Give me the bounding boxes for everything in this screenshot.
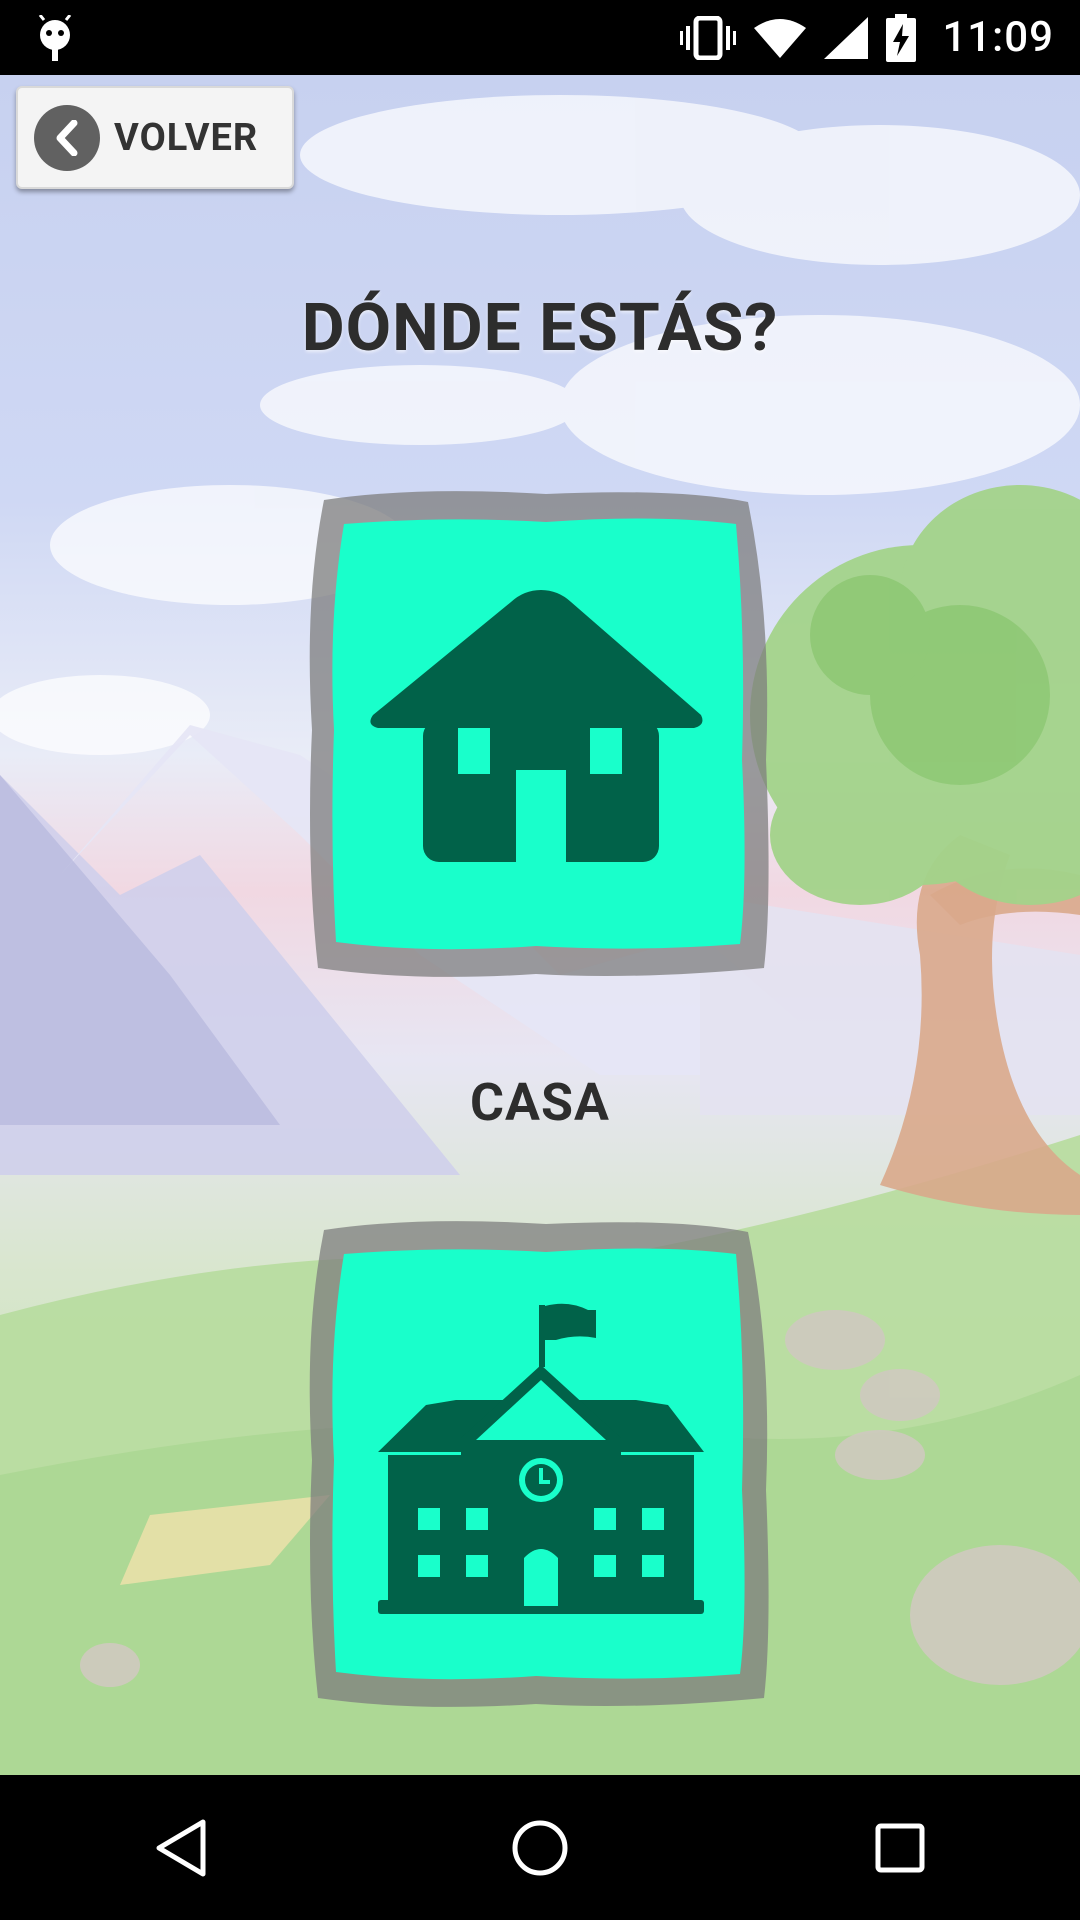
recents-square-icon[interactable] [840, 1788, 960, 1908]
chevron-left-icon [34, 104, 100, 171]
battery-charging-icon [886, 13, 917, 62]
back-triangle-icon[interactable] [120, 1788, 240, 1908]
navigation-bar [0, 1775, 1080, 1920]
android-debug-icon [38, 14, 72, 61]
vibrate-icon [680, 15, 737, 60]
back-button[interactable]: VOLVER [16, 86, 294, 189]
option-label-casa: CASA [470, 1072, 610, 1133]
status-bar: 11:09 [0, 0, 1080, 75]
back-button-label: VOLVER [114, 115, 259, 160]
option-tile-school[interactable] [296, 1210, 786, 1720]
option-tile-casa[interactable] [296, 480, 786, 990]
clock: 11:09 [942, 13, 1054, 62]
home-circle-icon[interactable] [480, 1788, 600, 1908]
cell-signal-icon [824, 16, 869, 59]
wifi-icon [754, 18, 807, 58]
page-title: DÓNDE ESTÁS? [301, 290, 779, 367]
